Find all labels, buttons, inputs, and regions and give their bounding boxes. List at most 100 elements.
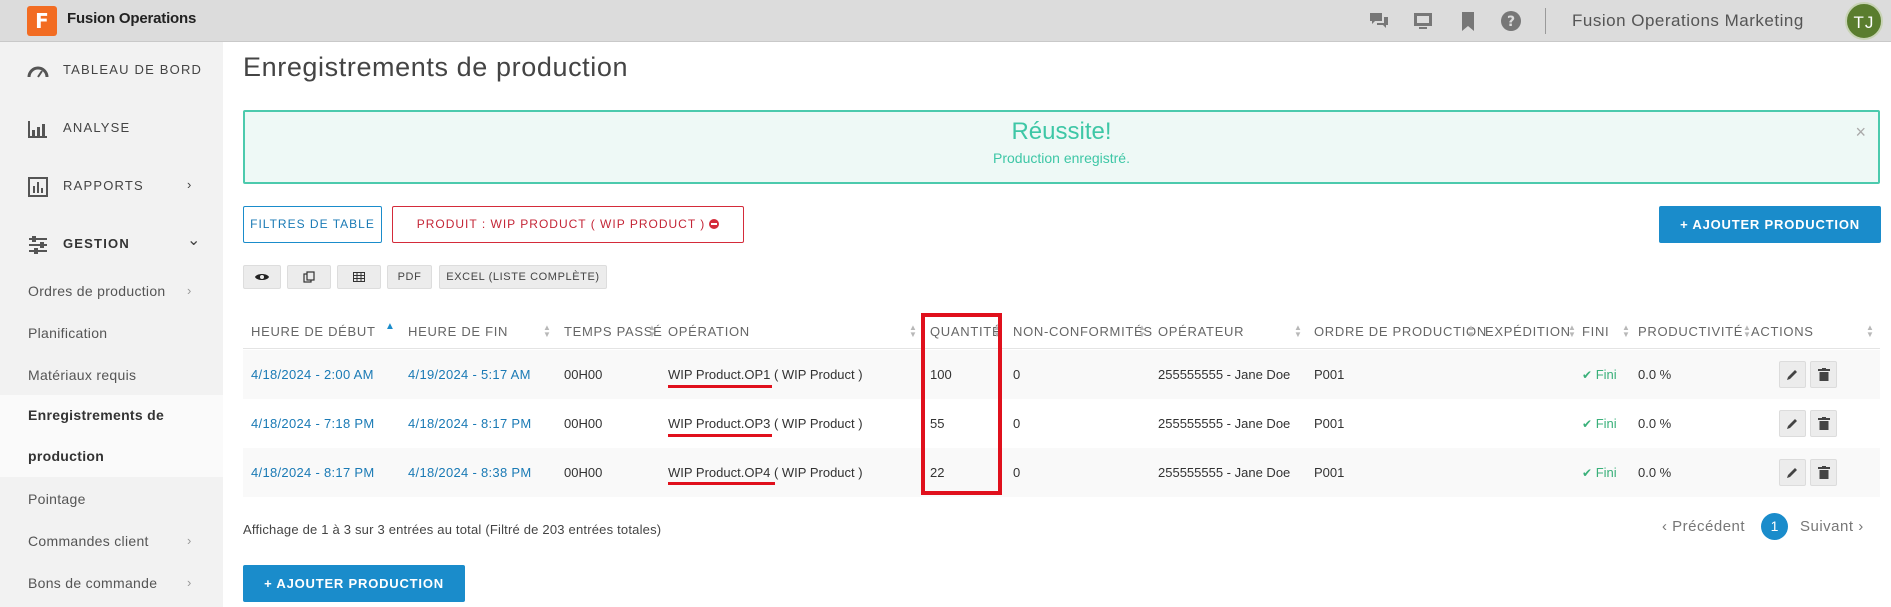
cell-operator: 255555555 - Jane Doe (1158, 367, 1291, 382)
add-production-button-bottom[interactable]: + AJOUTER PRODUCTION (243, 565, 465, 602)
column-header-actions: ACTIONS (1751, 324, 1814, 339)
column-header-operator[interactable]: OPÉRATEUR (1158, 324, 1244, 339)
pagination-previous[interactable]: ‹ Précédent (1662, 518, 1745, 535)
sort-icon[interactable]: ▲ ▼ (1866, 324, 1874, 339)
cell-time: 00H00 (564, 416, 603, 431)
check-icon: ✔ (1582, 417, 1593, 431)
edit-button[interactable] (1779, 410, 1806, 437)
sidebar-item-rapports[interactable]: RAPPORTS › (0, 158, 223, 216)
sort-icon[interactable]: ▲ ▼ (1138, 324, 1146, 339)
delete-button[interactable] (1810, 410, 1837, 437)
sort-icon[interactable]: ▲ ▼ (648, 324, 656, 339)
column-header-start[interactable]: HEURE DE DÉBUT (251, 324, 376, 339)
cell-end[interactable]: 4/18/2024 - 8:38 PM (408, 465, 532, 480)
operation-name: WIP Product.OP3 (668, 416, 771, 431)
sort-icon[interactable]: ▲ ▼ (1743, 324, 1751, 339)
organization-name[interactable]: Fusion Operations Marketing (1572, 11, 1804, 31)
sidebar-item-label-line: Enregistrements de (28, 407, 165, 423)
gauge-icon (27, 66, 49, 78)
eye-icon (255, 274, 269, 280)
sort-icon[interactable]: ▲ ▼ (1568, 324, 1576, 339)
sort-asc-icon[interactable]: ▲ (385, 322, 395, 332)
cell-end[interactable]: 4/18/2024 - 8:17 PM (408, 416, 532, 431)
sidebar-item-pointage[interactable]: Pointage (0, 478, 223, 520)
copy-icon (303, 271, 315, 283)
cell-end[interactable]: 4/19/2024 - 5:17 AM (408, 367, 531, 382)
sort-icon[interactable]: ▲ ▼ (543, 324, 551, 339)
column-header-productivity[interactable]: PRODUCTIVITÉ (1638, 324, 1743, 339)
chevron-right-icon: › (187, 177, 192, 192)
column-header-finished[interactable]: FINI (1582, 324, 1609, 339)
alert-message: Production enregistré. (993, 150, 1130, 166)
csv-button[interactable] (337, 265, 381, 289)
cell-finished: ✔ Fini (1582, 416, 1617, 431)
column-header-operation[interactable]: OPÉRATION (668, 324, 750, 339)
operation-name: WIP Product.OP4 (668, 465, 771, 480)
trash-icon (1818, 466, 1830, 479)
sidebar-item-planification[interactable]: Planification (0, 312, 223, 354)
pdf-button[interactable]: PDF (387, 265, 432, 289)
cell-start[interactable]: 4/18/2024 - 2:00 AM (251, 367, 374, 382)
sidebar-item-label: RAPPORTS (63, 178, 144, 193)
pencil-icon (1787, 419, 1797, 429)
edit-button[interactable] (1779, 361, 1806, 388)
screen-icon[interactable] (1412, 10, 1434, 32)
column-header-production-order[interactable]: ORDRE DE PRODUCTION (1314, 324, 1487, 339)
cell-operator: 255555555 - Jane Doe (1158, 465, 1291, 480)
pagination-page-1[interactable]: 1 (1761, 513, 1788, 540)
top-bar: F Fusion Operations ? Fusion Operations … (0, 0, 1891, 42)
sidebar-item-gestion[interactable]: GESTION ⌄ (0, 216, 223, 274)
edit-button[interactable] (1779, 459, 1806, 486)
sidebar-item-bons-de-commande[interactable]: Bons de commande › (0, 562, 223, 604)
svg-text:?: ? (1507, 14, 1515, 30)
sidebar-item-analyse[interactable]: ANALYSE (0, 100, 223, 158)
delete-button[interactable] (1810, 361, 1837, 388)
sort-icon[interactable]: ▲ ▼ (1622, 324, 1630, 339)
sidebar: TABLEAU DE BORD ANALYSE RAPPORTS › GESTI… (0, 42, 223, 607)
copy-button[interactable] (287, 265, 331, 289)
annotation-underline (668, 482, 775, 485)
filter-chip-label: PRODUIT : WIP PRODUCT ( WIP PRODUCT ) (416, 217, 706, 231)
delete-button[interactable] (1810, 459, 1837, 486)
pagination-next[interactable]: Suivant › (1800, 518, 1864, 535)
sidebar-item-label: Bons de commande (28, 575, 158, 591)
sidebar-item-materiaux-requis[interactable]: Matériaux requis (0, 354, 223, 396)
app-logo[interactable]: F (27, 6, 57, 36)
sidebar-item-label: GESTION (63, 236, 130, 251)
add-production-button[interactable]: + AJOUTER PRODUCTION (1659, 206, 1881, 243)
column-visibility-button[interactable] (243, 265, 281, 289)
cell-productivity: 0.0 % (1638, 465, 1672, 480)
sidebar-item-enregistrements-de-production[interactable]: Enregistrements de production (0, 395, 223, 477)
column-header-nonconformities[interactable]: NON-CONFORMITÉS (1013, 324, 1153, 339)
excel-button[interactable]: EXCEL (LISTE COMPLÈTE) (439, 265, 607, 289)
remove-filter-icon[interactable] (709, 219, 720, 229)
cell-time: 00H00 (564, 367, 603, 382)
column-header-shipping[interactable]: EXPÉDITION (1485, 324, 1571, 339)
sidebar-item-label-line: production (28, 448, 105, 464)
sidebar-item-commandes-client[interactable]: Commandes client › (0, 520, 223, 562)
cell-start[interactable]: 4/18/2024 - 7:18 PM (251, 416, 375, 431)
chat-icon[interactable] (1368, 10, 1390, 32)
sidebar-item-label: Commandes client (28, 533, 149, 549)
app-name[interactable]: Fusion Operations (67, 10, 196, 27)
cell-nonconformities: 0 (1013, 465, 1021, 480)
product-filter-chip[interactable]: PRODUIT : WIP PRODUCT ( WIP PRODUCT ) (392, 206, 744, 243)
sidebar-item-label: Planification (28, 325, 108, 341)
sort-icon[interactable]: ▲ ▼ (909, 324, 917, 339)
sidebar-item-dashboard[interactable]: TABLEAU DE BORD (0, 42, 223, 100)
bookmark-icon[interactable] (1457, 10, 1479, 32)
chevron-right-icon: › (187, 533, 192, 548)
close-icon[interactable]: × (1855, 122, 1866, 143)
annotation-underline (668, 385, 772, 388)
sort-icon[interactable]: ▲ ▼ (1467, 324, 1475, 339)
table-icon (353, 272, 365, 282)
cell-start[interactable]: 4/18/2024 - 8:17 PM (251, 465, 375, 480)
sort-icon[interactable]: ▲ ▼ (1294, 324, 1302, 339)
sidebar-item-label: Pointage (28, 491, 86, 507)
column-header-end[interactable]: HEURE DE FIN (408, 324, 508, 339)
help-icon[interactable]: ? (1500, 10, 1522, 32)
page-title: Enregistrements de production (243, 52, 629, 82)
sidebar-item-ordres-de-production[interactable]: Ordres de production › (0, 270, 223, 312)
table-filters-button[interactable]: FILTRES DE TABLE (243, 206, 382, 243)
user-avatar[interactable]: TJ (1845, 2, 1883, 40)
